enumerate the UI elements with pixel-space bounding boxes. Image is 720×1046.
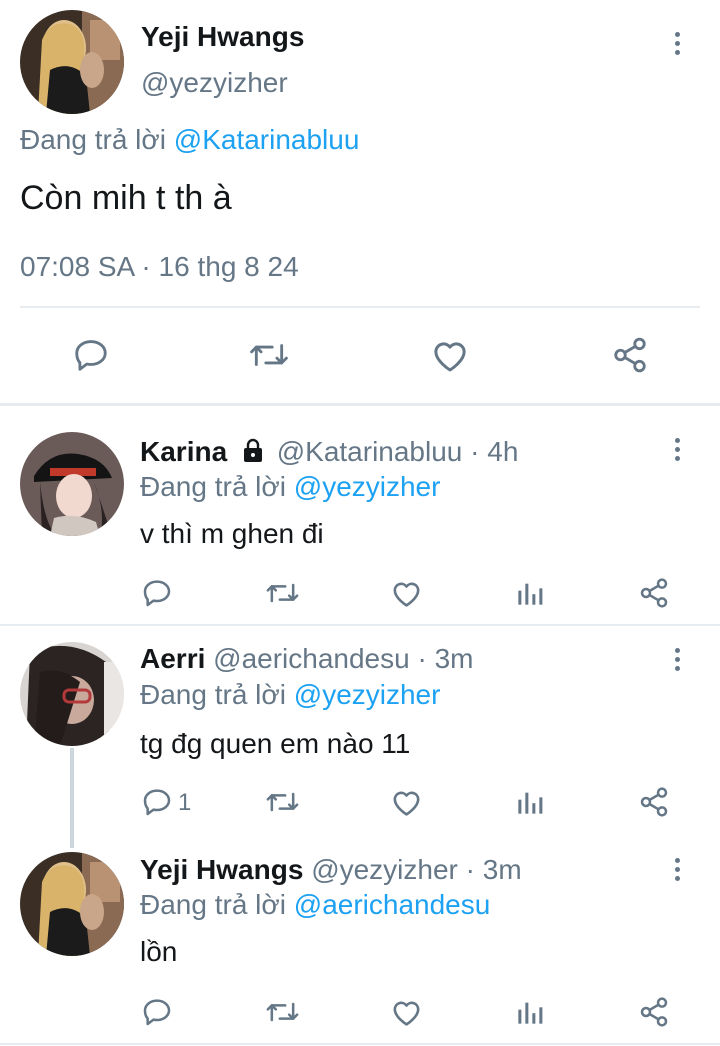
replying-to-link[interactable]: @aerichandesu [294,889,491,920]
lock-icon [241,437,265,470]
analytics-icon[interactable] [516,579,544,607]
more-options-icon[interactable] [675,858,681,885]
tweet-timestamp[interactable]: 07:08 SA · 16 thg 8 24 [20,250,299,284]
section-divider [0,624,720,626]
replying-to-link[interactable]: @yezyizher [294,471,441,502]
replying-prefix: Đang trả lời [140,471,286,502]
author-handle[interactable]: @Katarinabluu [277,436,463,467]
reply-icon[interactable] [141,996,173,1028]
author-name[interactable]: Aerri [140,643,205,674]
share-icon[interactable] [638,996,670,1028]
retweet-icon[interactable] [265,577,300,609]
more-options-icon[interactable] [675,438,681,465]
section-divider [0,403,720,406]
replying-to: Đang trả lời @yezyizher [140,471,440,503]
retweet-icon[interactable] [248,336,290,374]
like-icon[interactable] [390,786,423,818]
retweet-icon[interactable] [265,786,300,818]
avatar[interactable] [20,432,124,536]
tweet-text: v thì m ghen đi [140,518,324,549]
more-options-icon[interactable] [675,32,681,59]
author-name[interactable]: Karina [140,436,227,467]
tweet-text: tg đg quen em nào 11 [140,728,411,759]
divider [20,306,700,308]
like-icon[interactable] [390,996,423,1028]
share-icon[interactable] [638,577,670,609]
like-icon[interactable] [430,336,470,374]
replying-to: Đang trả lời @aerichandesu [140,889,490,921]
section-divider [0,1043,720,1045]
author-name[interactable]: Yeji Hwangs [140,854,303,885]
avatar[interactable] [20,852,124,956]
reply-header: Yeji Hwangs @yezyizher · 3m [140,854,522,886]
avatar[interactable] [20,642,124,746]
replying-to: Đang trả lời @Katarinabluu [20,123,359,157]
replying-to-link[interactable]: @yezyizher [294,679,441,710]
reply-icon[interactable] [141,577,173,609]
reply-icon[interactable] [141,786,173,818]
tweet-text: Còn mih t th à [20,179,232,217]
share-icon[interactable] [638,786,670,818]
like-icon[interactable] [390,577,423,609]
retweet-icon[interactable] [265,996,300,1028]
tweet-time[interactable]: · 4h [470,436,518,467]
share-icon[interactable] [610,336,650,374]
more-options-icon[interactable] [675,648,681,675]
author-name[interactable]: Yeji Hwangs [141,20,304,54]
author-handle[interactable]: @yezyizher [311,854,458,885]
reply-count: 1 [178,789,192,816]
replying-prefix: Đang trả lời [20,124,166,155]
reply-icon[interactable] [72,336,110,374]
tweet-time[interactable]: · 3m [417,643,473,674]
tweet-text: lồn [140,936,178,967]
avatar[interactable] [20,10,124,114]
author-handle[interactable]: @aerichandesu [213,643,410,674]
thread-line [70,748,74,848]
replying-to: Đang trả lời @yezyizher [140,679,440,711]
tweet-time[interactable]: · 3m [466,854,522,885]
analytics-icon[interactable] [516,998,544,1026]
reply-header: Aerri @aerichandesu · 3m [140,643,473,675]
author-handle[interactable]: @yezyizher [141,66,288,100]
analytics-icon[interactable] [516,788,544,816]
replying-to-link[interactable]: @Katarinabluu [174,124,360,155]
reply-header: Karina @Katarinabluu · 4h [140,436,518,470]
replying-prefix: Đang trả lời [140,679,286,710]
replying-prefix: Đang trả lời [140,889,286,920]
